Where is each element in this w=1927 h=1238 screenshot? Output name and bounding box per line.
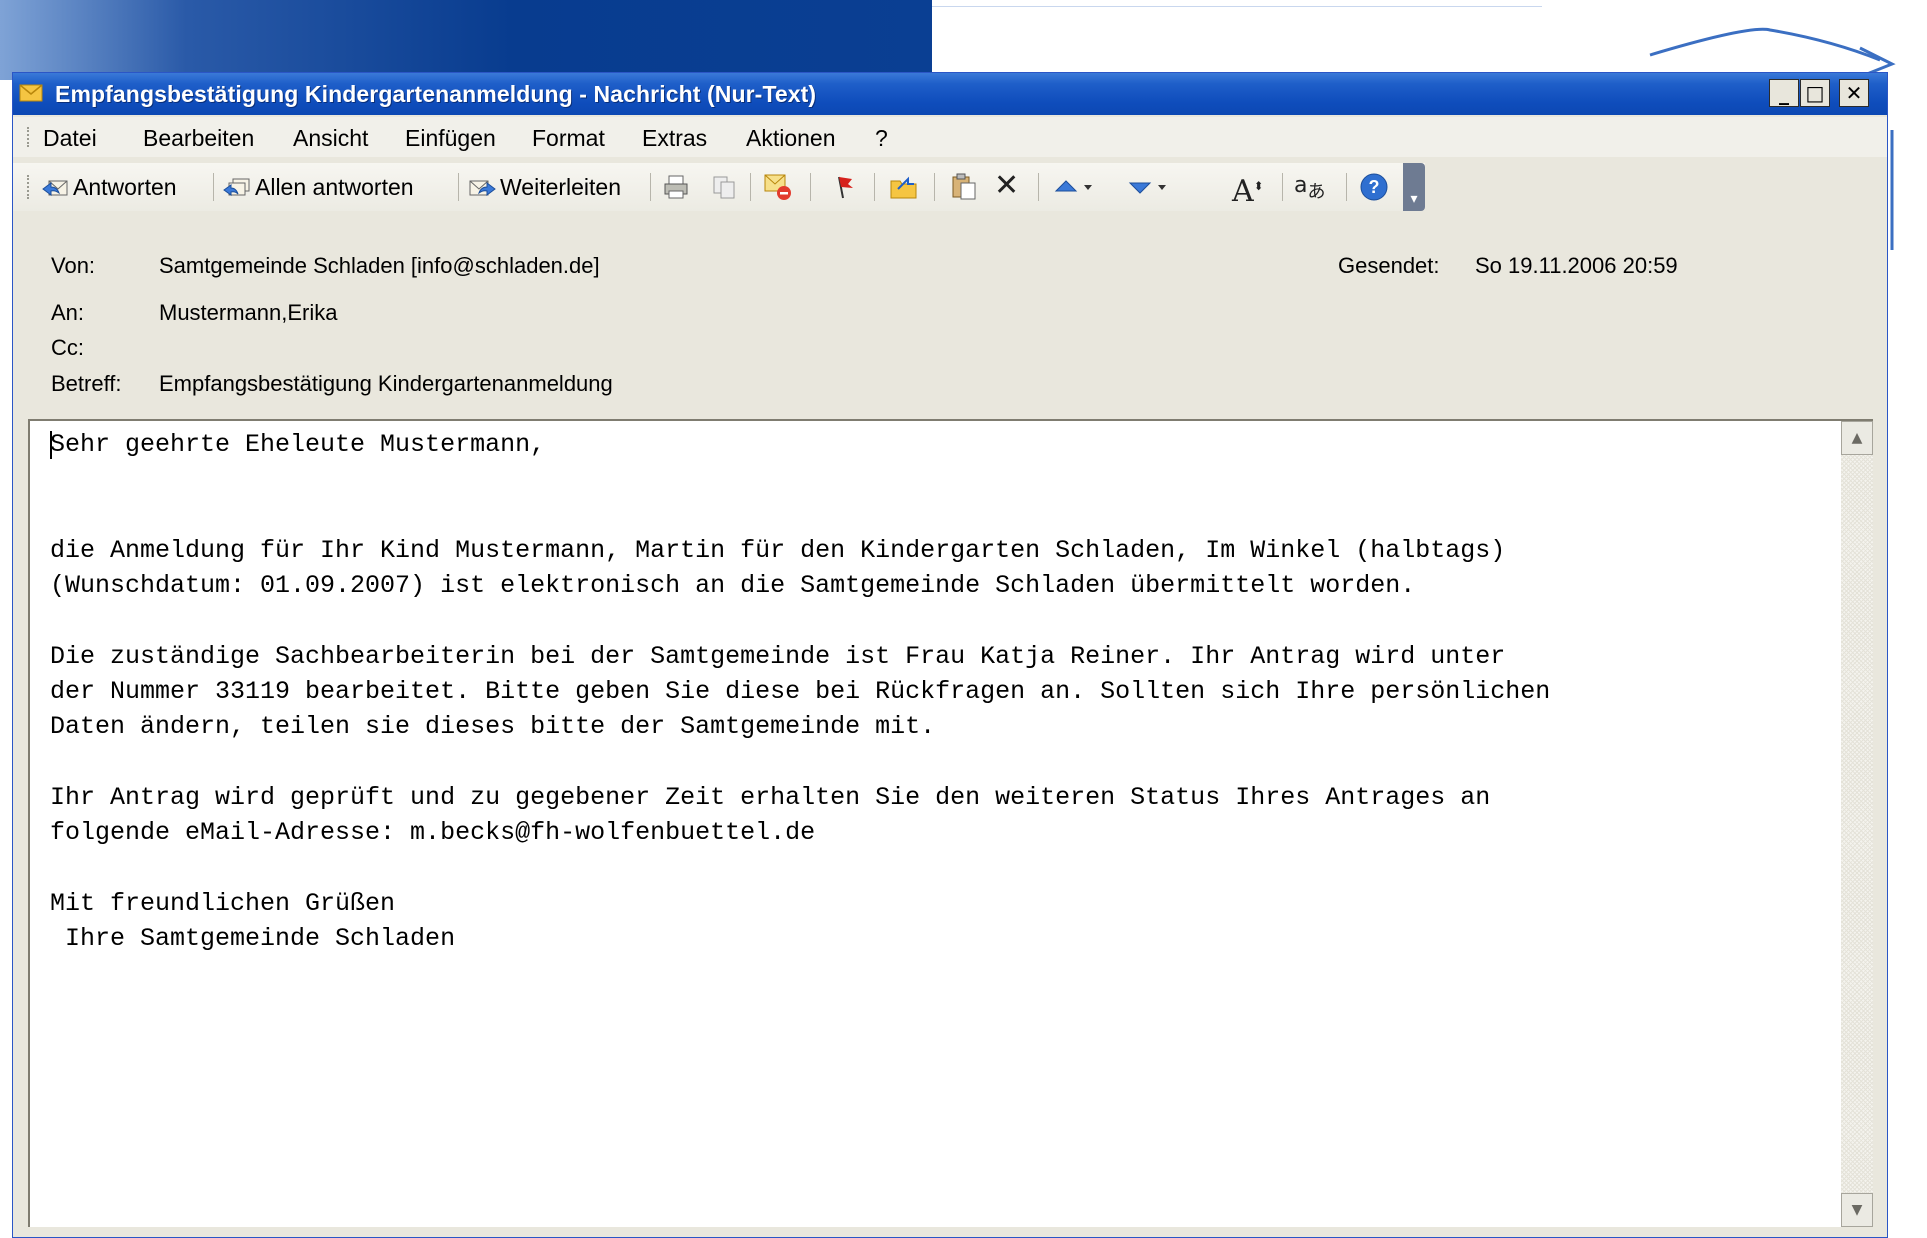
svg-text:?: ? xyxy=(1369,177,1380,197)
paste-icon[interactable] xyxy=(948,171,980,203)
menu-einfuegen[interactable]: Einfügen xyxy=(405,125,496,152)
from-label: Von: xyxy=(51,253,96,278)
toolbar-separator xyxy=(874,173,875,201)
message-window: Empfangsbestätigung Kindergartenanmeldun… xyxy=(12,72,1888,1238)
subject-label: Betreff: xyxy=(51,371,122,396)
standard-toolbar: Antworten Allen antworten Weiterleiten ✕… xyxy=(13,163,1425,211)
delete-icon[interactable]: ✕ xyxy=(994,169,1019,203)
menu-datei[interactable]: Datei xyxy=(43,125,97,152)
sent-label: Gesendet: xyxy=(1338,253,1440,278)
reply-icon xyxy=(42,180,68,196)
reply-all-button[interactable]: Allen antworten xyxy=(223,171,414,203)
background-banner xyxy=(0,0,932,80)
reply-label: Antworten xyxy=(73,173,177,200)
to-label: An: xyxy=(51,300,85,325)
next-item-icon[interactable] xyxy=(1126,175,1170,199)
close-button[interactable]: ✕ xyxy=(1839,79,1869,107)
window-title: Empfangsbestätigung Kindergartenanmeldun… xyxy=(55,81,817,107)
subject-value: Empfangsbestätigung Kindergartenanmeldun… xyxy=(159,371,613,396)
menu-bar: Datei Bearbeiten Ansicht Einfügen Format… xyxy=(13,117,1887,157)
to-value[interactable]: Mustermann,Erika xyxy=(159,300,338,326)
move-to-folder-icon[interactable] xyxy=(888,171,920,203)
reply-button[interactable]: Antworten xyxy=(41,171,177,203)
forward-label: Weiterleiten xyxy=(500,173,622,200)
scroll-down-button[interactable]: ▼ xyxy=(1841,1193,1873,1227)
background-line xyxy=(932,6,1542,7)
scroll-up-button[interactable]: ▲ xyxy=(1841,421,1873,455)
toolbar-grip-handle[interactable] xyxy=(27,175,31,199)
text-caret xyxy=(50,431,52,459)
forward-button[interactable]: Weiterleiten xyxy=(468,171,621,203)
font-size-icon[interactable]: A⬍ xyxy=(1232,169,1264,209)
sent-value: So 19.11.2006 20:59 xyxy=(1475,253,1678,278)
reply-all-label: Allen antworten xyxy=(255,173,414,200)
toolbar-separator xyxy=(1282,173,1283,201)
toolbar-separator xyxy=(934,173,935,201)
forward-icon xyxy=(469,180,496,196)
menu-ansicht[interactable]: Ansicht xyxy=(293,125,368,152)
toolbar-options-chevron[interactable]: ▾ xyxy=(1403,163,1425,211)
reply-all-icon xyxy=(223,178,250,196)
minimize-button[interactable]: _ xyxy=(1769,79,1799,107)
toolbar-separator xyxy=(1346,173,1347,201)
title-bar[interactable]: Empfangsbestätigung Kindergartenanmeldun… xyxy=(13,73,1887,115)
maximize-button[interactable]: □ xyxy=(1800,79,1830,107)
envelope-icon xyxy=(19,84,43,102)
message-text[interactable]: Sehr geehrte Eheleute Mustermann, die An… xyxy=(50,427,1550,956)
toolbar-separator xyxy=(650,173,651,201)
help-icon[interactable]: ? xyxy=(1358,171,1390,203)
toolbar-separator xyxy=(458,173,459,201)
translate-icon[interactable]: aあ xyxy=(1294,169,1325,209)
copy-icon[interactable] xyxy=(710,173,738,201)
flag-icon[interactable] xyxy=(830,173,858,201)
toolbar-separator xyxy=(810,173,811,201)
vertical-scrollbar[interactable]: ▲ ▼ xyxy=(1841,421,1873,1227)
from-value[interactable]: Samtgemeinde Schladen [info@schladen.de] xyxy=(159,253,600,279)
mark-unread-icon[interactable] xyxy=(762,171,794,203)
previous-item-icon[interactable] xyxy=(1052,175,1096,199)
toolbar-separator xyxy=(1038,173,1039,201)
toolbar-separator xyxy=(750,173,751,201)
toolbar-separator xyxy=(213,173,214,201)
menu-aktionen[interactable]: Aktionen xyxy=(746,125,836,152)
menu-help[interactable]: ? xyxy=(875,125,888,152)
menu-format[interactable]: Format xyxy=(532,125,605,152)
menu-bearbeiten[interactable]: Bearbeiten xyxy=(143,125,254,152)
menu-grip-handle[interactable] xyxy=(27,127,31,147)
print-icon[interactable] xyxy=(662,173,690,201)
menu-extras[interactable]: Extras xyxy=(642,125,707,152)
message-body[interactable]: Sehr geehrte Eheleute Mustermann, die An… xyxy=(28,419,1873,1227)
cc-label: Cc: xyxy=(51,335,84,360)
